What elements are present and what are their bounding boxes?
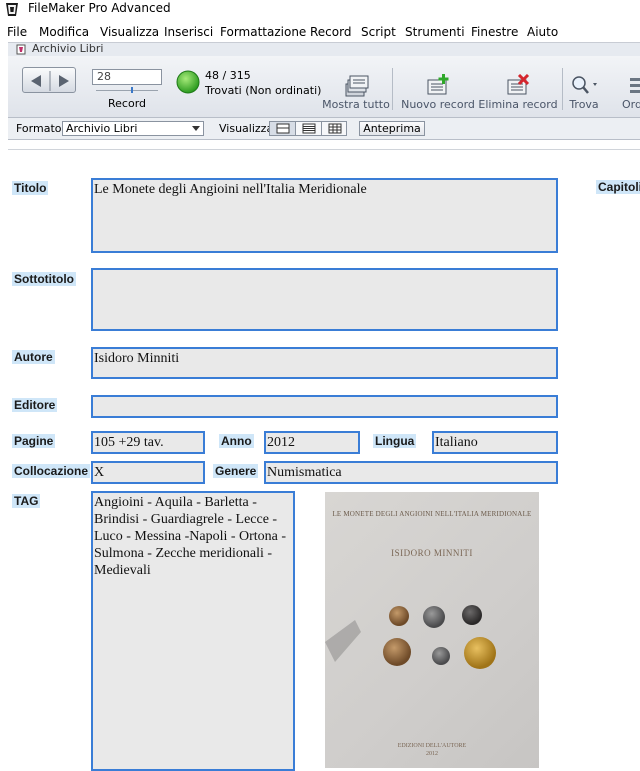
show-all-label: Mostra tutto (322, 98, 390, 111)
label-capitoli: Capitoli (596, 180, 640, 194)
cover-publisher-name: EDIZIONI DELL'AUTORE (397, 743, 467, 749)
menu-formattazione[interactable]: Formattazione (220, 25, 306, 39)
show-all-button[interactable]: Mostra tutto (316, 74, 396, 114)
show-all-icon (345, 75, 369, 97)
preview-button[interactable]: Anteprima (359, 121, 425, 136)
list-view-button[interactable] (296, 122, 322, 135)
coins-illustration (325, 605, 496, 669)
record-slider-thumb[interactable] (131, 87, 133, 93)
coin (423, 606, 445, 628)
new-record-icon (427, 74, 449, 95)
book-cover-image[interactable]: LE MONETE DEGLI ANGIOINI NELL'ITALIA MER… (325, 492, 539, 768)
record-book-navigator[interactable] (22, 67, 76, 93)
new-record-label: Nuovo record (401, 98, 475, 111)
label-lingua: Lingua (373, 434, 417, 448)
view-mode-buttons (269, 121, 347, 136)
form-view-button[interactable] (270, 122, 296, 135)
filemaker-app-icon (6, 3, 18, 16)
app-title: FileMaker Pro Advanced (28, 1, 171, 15)
form-view-icon (276, 123, 290, 134)
menu-file[interactable]: File (7, 25, 27, 39)
field-pagine[interactable]: 105 +29 tav. (91, 431, 205, 454)
field-titolo[interactable]: Le Monete degli Angioini nell'Italia Mer… (91, 178, 558, 253)
found-set-pie-icon[interactable] (176, 70, 200, 94)
book-navigation-icon (31, 71, 69, 91)
label-collocazione: Collocazione (12, 464, 91, 478)
found-count: 48 / 315 (205, 69, 251, 82)
sort-label: Ord (622, 98, 640, 111)
delete-record-label: Elimina record (478, 98, 558, 111)
label-editore: Editore (12, 398, 58, 412)
found-status: Trovati (Non ordinati) (205, 84, 322, 97)
format-label: Formato: (16, 122, 66, 135)
sort-icon (630, 78, 640, 93)
find-label: Trova (569, 98, 599, 111)
header-divider (8, 149, 640, 150)
menu-aiuto[interactable]: Aiuto (527, 25, 558, 39)
delete-record-button[interactable]: Elimina record (478, 74, 558, 114)
coin (464, 637, 496, 669)
menu-modifica[interactable]: Modifica (39, 25, 89, 39)
coin (389, 606, 409, 626)
layout-select[interactable]: Archivio Libri (62, 121, 204, 136)
title-bar: FileMaker Pro Advanced (0, 0, 640, 20)
coin (383, 638, 411, 666)
cover-publisher: EDIZIONI DELL'AUTORE 2012 (325, 742, 539, 758)
field-genere[interactable]: Numismatica (264, 461, 558, 484)
delete-record-icon (507, 74, 530, 95)
magnifier-icon (572, 76, 597, 94)
coin (432, 647, 450, 665)
sort-button[interactable]: Ord (612, 74, 640, 114)
label-autore: Autore (12, 350, 55, 364)
menu-script[interactable]: Script (361, 25, 396, 39)
record-label: Record (108, 97, 147, 110)
find-button[interactable]: Trova (564, 74, 604, 114)
toolbar-separator (562, 68, 563, 110)
toolbar-separator (392, 68, 393, 110)
table-view-button[interactable] (322, 122, 348, 135)
field-tag[interactable]: Angioini - Aquila - Barletta - Brindisi … (91, 491, 295, 771)
menu-inserisci[interactable]: Inserisci (164, 25, 213, 39)
menu-visualizza[interactable]: Visualizza (100, 25, 159, 39)
label-tag: TAG (12, 494, 41, 508)
cover-year: 2012 (426, 751, 438, 757)
current-record-input[interactable]: 28 (92, 69, 162, 85)
field-autore[interactable]: Isidoro Minniti (91, 347, 558, 379)
label-genere: Genere (213, 464, 259, 478)
list-view-icon (302, 123, 316, 134)
cover-shadow (325, 620, 361, 662)
field-lingua[interactable]: Italiano (432, 431, 558, 454)
layout-select-value: Archivio Libri (66, 122, 138, 135)
label-anno: Anno (219, 434, 254, 448)
field-editore[interactable] (91, 395, 558, 418)
dropdown-arrow-icon (192, 126, 200, 131)
record-slider[interactable] (96, 90, 158, 91)
label-titolo: Titolo (12, 181, 49, 195)
label-pagine: Pagine (12, 434, 56, 448)
window-title: Archivio Libri (32, 42, 104, 55)
field-anno[interactable]: 2012 (264, 431, 360, 454)
layout-bar: Formato: Archivio Libri Visualizza: Ante… (8, 118, 640, 140)
menu-record[interactable]: Record (310, 25, 351, 39)
label-sottotitolo: Sottotitolo (12, 272, 76, 286)
status-toolbar: 28 Record 48 / 315 Trovati (Non ordinati… (8, 56, 640, 118)
database-file-icon (16, 44, 26, 55)
coin (462, 605, 482, 625)
new-record-button[interactable]: Nuovo record (398, 74, 478, 114)
record-content-area: Titolo Le Monete degli Angioini nell'Ita… (8, 140, 640, 771)
menu-finestre[interactable]: Finestre (471, 25, 518, 39)
window-title-bar: Archivio Libri (8, 42, 640, 56)
menu-strumenti[interactable]: Strumenti (405, 25, 465, 39)
field-collocazione[interactable]: X (91, 461, 205, 484)
table-view-icon (328, 123, 342, 134)
menu-bar: File Modifica Visualizza Inserisci Forma… (0, 22, 640, 42)
field-sottotitolo[interactable] (91, 268, 558, 331)
